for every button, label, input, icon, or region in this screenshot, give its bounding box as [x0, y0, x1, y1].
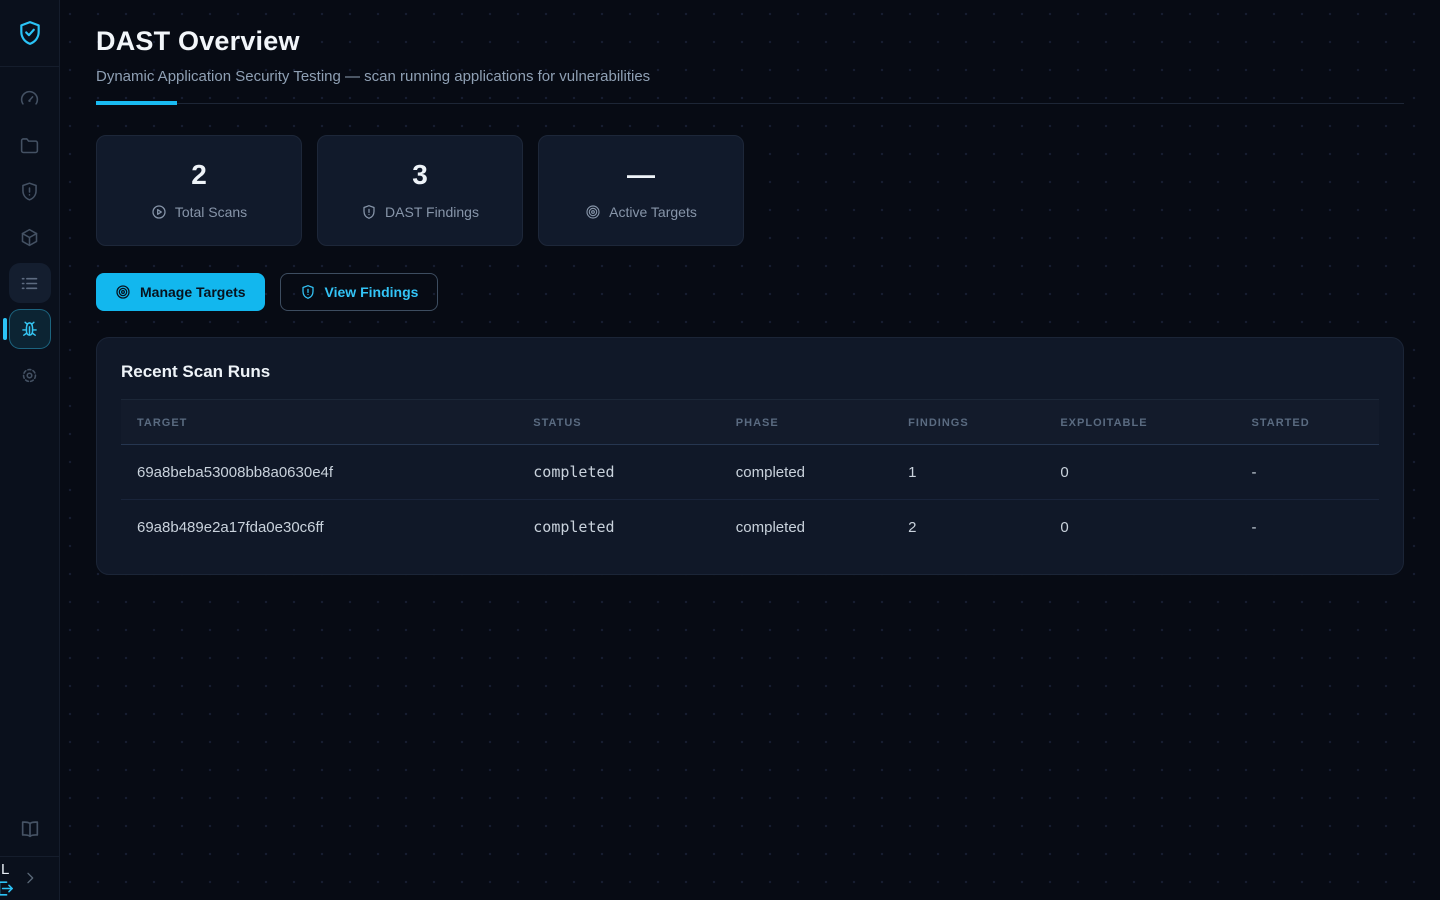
cell-exploitable: 0: [1044, 445, 1235, 500]
sidebar-item-vulnerabilities[interactable]: [9, 171, 51, 211]
column-header-status: STATUS: [517, 400, 720, 445]
bug-icon: [19, 319, 40, 340]
target-icon: [585, 204, 601, 220]
gauge-icon: [19, 89, 40, 110]
actions-row: Manage Targets View Findings: [96, 273, 1404, 311]
table-row[interactable]: 69a8beba53008bb8a0630e4f completed compl…: [121, 445, 1379, 500]
column-header-target: TARGET: [121, 400, 517, 445]
scan-runs-table: TARGET STATUS PHASE FINDINGS EXPLOITABLE…: [121, 400, 1379, 554]
cell-exploitable: 0: [1044, 500, 1235, 555]
chevron-right-icon: [22, 870, 38, 886]
gear-icon: [19, 365, 40, 386]
app-logo[interactable]: [0, 0, 60, 67]
cell-phase: completed: [720, 500, 892, 555]
cell-target: 69a8beba53008bb8a0630e4f: [121, 445, 517, 500]
column-header-phase: PHASE: [720, 400, 892, 445]
stat-label: Total Scans: [175, 204, 247, 220]
cell-started: -: [1236, 500, 1379, 555]
panel-title: Recent Scan Runs: [121, 362, 1379, 382]
sidebar-item-projects[interactable]: [9, 125, 51, 165]
sidebar: [0, 0, 60, 900]
sidebar-item-settings[interactable]: [9, 355, 51, 395]
stat-label: DAST Findings: [385, 204, 479, 220]
column-header-started: STARTED: [1236, 400, 1379, 445]
sidebar-item-docs[interactable]: [0, 806, 59, 857]
page-title: DAST Overview: [96, 26, 1404, 57]
package-icon: [19, 227, 40, 248]
cell-status: completed: [517, 445, 720, 500]
manage-targets-button[interactable]: Manage Targets: [96, 273, 265, 311]
stats-row: 2 Total Scans 3: [96, 135, 1404, 246]
play-circle-icon: [151, 204, 167, 220]
column-header-exploitable: EXPLOITABLE: [1044, 400, 1235, 445]
logout-button[interactable]: L: [0, 861, 16, 898]
sidebar-item-packages[interactable]: [9, 217, 51, 257]
shield-alert-icon: [361, 204, 377, 220]
cell-findings: 2: [892, 500, 1044, 555]
title-divider: [96, 101, 1404, 104]
logout-clipped-label: L: [0, 861, 16, 879]
main-content: DAST Overview Dynamic Application Securi…: [60, 0, 1440, 575]
stat-card-total-scans: 2 Total Scans: [96, 135, 302, 246]
sidebar-item-dashboard[interactable]: [9, 79, 51, 119]
manage-targets-label: Manage Targets: [140, 284, 246, 300]
shield-alert-icon: [300, 284, 316, 300]
sidebar-item-scan-list[interactable]: [9, 263, 51, 303]
table-header-row: TARGET STATUS PHASE FINDINGS EXPLOITABLE…: [121, 400, 1379, 445]
column-header-findings: FINDINGS: [892, 400, 1044, 445]
cell-phase: completed: [720, 445, 892, 500]
active-nav-indicator: [3, 318, 7, 340]
table-row[interactable]: 69a8b489e2a17fda0e30c6ff completed compl…: [121, 500, 1379, 555]
cell-status: completed: [517, 500, 720, 555]
logout-icon: [0, 879, 16, 898]
book-icon: [19, 818, 41, 840]
page-subtitle: Dynamic Application Security Testing — s…: [96, 68, 1404, 85]
shield-alert-icon: [19, 181, 40, 202]
target-icon: [115, 284, 131, 300]
cell-started: -: [1236, 445, 1379, 500]
stat-label: Active Targets: [609, 204, 697, 220]
folder-icon: [19, 135, 40, 156]
title-accent-bar: [96, 101, 177, 105]
stat-value: 3: [412, 161, 428, 189]
stat-value: —: [627, 161, 655, 189]
stat-card-active-targets: — Active Targets: [538, 135, 744, 246]
stat-value: 2: [191, 161, 207, 189]
stat-card-dast-findings: 3 DAST Findings: [317, 135, 523, 246]
list-icon: [19, 273, 40, 294]
shield-check-icon: [17, 19, 43, 47]
sidebar-nav: [0, 79, 59, 395]
cell-findings: 1: [892, 445, 1044, 500]
sidebar-item-dast[interactable]: [9, 309, 51, 349]
view-findings-button[interactable]: View Findings: [280, 273, 439, 311]
cell-target: 69a8b489e2a17fda0e30c6ff: [121, 500, 517, 555]
recent-scan-runs-panel: Recent Scan Runs TARGET STATUS PHASE FIN…: [96, 337, 1404, 575]
view-findings-label: View Findings: [325, 284, 419, 300]
